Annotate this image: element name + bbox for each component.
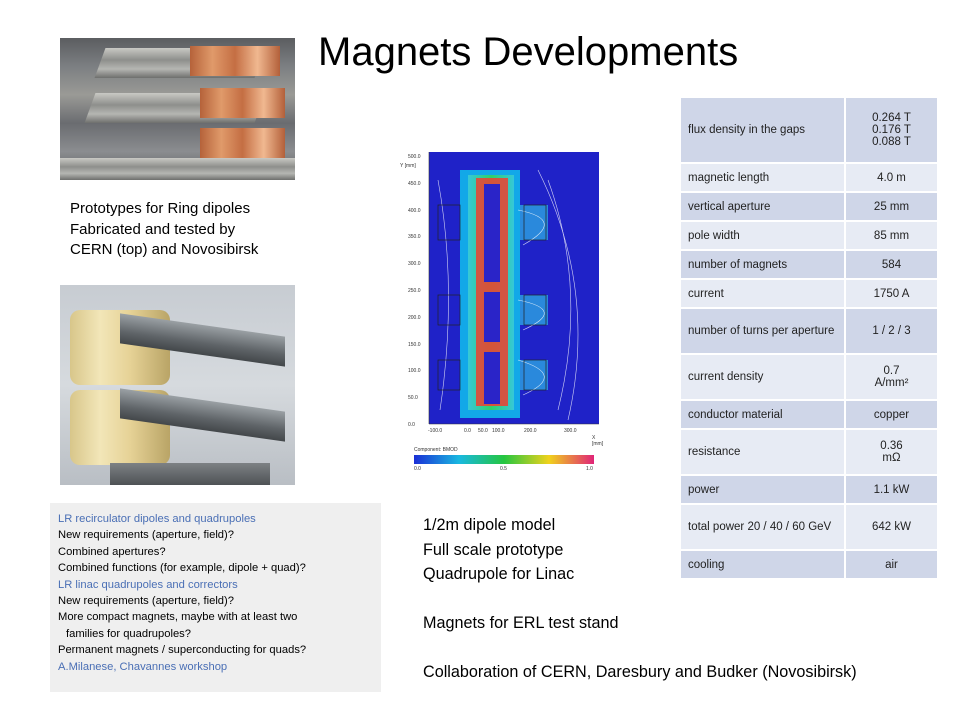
slide-title: Magnets Developments	[318, 30, 739, 74]
table-row: power 1.1 kW	[681, 476, 937, 505]
table-row: number of magnets 584	[681, 251, 937, 280]
scale-tick-label: 0.5	[500, 466, 507, 472]
x-tick-label: 100.0	[492, 428, 505, 434]
parameter-name: cooling	[681, 551, 844, 580]
scale-tick-label: 0.0	[414, 466, 421, 472]
parameter-value: 25 mm	[844, 193, 937, 222]
x-tick-label: 200.0	[524, 428, 537, 434]
parameter-value: 0.36 mΩ	[844, 430, 937, 476]
x-tick-label: -100.0	[428, 428, 443, 434]
parameter-name: power	[681, 476, 844, 505]
scale-tick-label: 1.0	[586, 466, 593, 472]
model-line	[423, 587, 857, 612]
table-row: flux density in the gaps 0.264 T 0.176 T …	[681, 98, 937, 164]
parameter-value: 0.264 T 0.176 T 0.088 T	[844, 98, 937, 164]
table-row: current density 0.7 A/mm²	[681, 355, 937, 401]
parameter-value: 0.7 A/mm²	[844, 355, 937, 401]
parameter-value: air	[844, 551, 937, 580]
y-axis-label: Y [mm]	[400, 163, 416, 169]
novosibirsk-dipole-prototype-photo	[60, 285, 295, 485]
y-tick-label: 200.0	[408, 314, 421, 321]
parameter-name: magnetic length	[681, 164, 844, 193]
y-tick-label: 350.0	[408, 234, 421, 241]
magnet-parameters-table: flux density in the gaps 0.264 T 0.176 T …	[681, 98, 937, 580]
component-label: Component: BMOD	[414, 447, 458, 453]
parameter-name: resistance	[681, 430, 844, 476]
model-line: Collaboration of CERN, Daresbury and Bud…	[423, 663, 857, 681]
parameter-name: current	[681, 280, 844, 309]
note-line: LR linac quadrupoles and correctors	[58, 578, 238, 591]
parameter-name: number of turns per aperture	[681, 309, 844, 355]
color-scale-bar	[414, 455, 594, 464]
table-row: conductor material copper	[681, 401, 937, 430]
parameter-value: 1 / 2 / 3	[844, 309, 937, 355]
note-line: A.Milanese, Chavannes workshop	[58, 660, 228, 673]
y-tick-label: 50.0	[408, 395, 418, 402]
x-tick-label: 0.0	[464, 428, 471, 434]
parameter-name: flux density in the gaps	[681, 98, 844, 164]
model-line: Magnets for ERL test stand	[423, 614, 619, 632]
caption-line: CERN (top) and Novosibirsk	[70, 241, 259, 258]
y-tick-label: 450.0	[408, 180, 421, 187]
table-row: resistance 0.36 mΩ	[681, 430, 937, 476]
x-tick-label: 300.0	[564, 428, 577, 434]
table-row: total power 20 / 40 / 60 GeV 642 kW	[681, 505, 937, 551]
parameter-name: current density	[681, 355, 844, 401]
dipole-field-map: Y [mm] 500.0 450.0 400.0 350.0 300.0 250.0 200.…	[398, 150, 604, 485]
y-tick-label: 500.0	[408, 154, 421, 160]
note-line: More compact magnets, maybe with at leas…	[58, 611, 298, 624]
workshop-notes: LR recirculator dipoles and quadrupoles N…	[50, 503, 381, 692]
x-axis-label: X [mm]	[592, 435, 604, 447]
parameter-value: 1.1 kW	[844, 476, 937, 505]
parameter-name: number of magnets	[681, 251, 844, 280]
parameter-value: copper	[844, 401, 937, 430]
table-row: cooling air	[681, 551, 937, 580]
cern-dipole-prototype-photo	[60, 38, 295, 180]
table-row: number of turns per aperture 1 / 2 / 3	[681, 309, 937, 355]
parameter-name: conductor material	[681, 401, 844, 430]
note-line: Combined functions (for example, dipole …	[58, 562, 306, 575]
parameter-value: 85 mm	[844, 222, 937, 251]
table-row: pole width 85 mm	[681, 222, 937, 251]
y-tick-label: 400.0	[408, 207, 421, 214]
note-line: New requirements (aperture, field)?	[58, 595, 234, 608]
parameter-value: 1750 A	[844, 280, 937, 309]
caption-line: Prototypes for Ring dipoles	[70, 200, 251, 217]
prototype-caption: Prototypes for Ring dipoles Fabricated a…	[70, 199, 258, 261]
note-line: Permanent magnets / superconducting for …	[58, 644, 307, 657]
parameter-name: vertical aperture	[681, 193, 844, 222]
table-row: current 1750 A	[681, 280, 937, 309]
y-tick-label: 300.0	[408, 261, 421, 268]
parameter-value: 584	[844, 251, 937, 280]
table-row: magnetic length 4.0 m	[681, 164, 937, 193]
y-tick-label: 250.0	[408, 288, 421, 294]
y-tick-label: 0.0	[408, 422, 415, 428]
y-tick-label: 150.0	[408, 341, 421, 348]
note-line: Combined apertures?	[58, 545, 166, 558]
y-tick-label: 100.0	[408, 368, 421, 375]
caption-line: Fabricated and tested by	[70, 220, 236, 238]
parameter-name: total power 20 / 40 / 60 GeV	[681, 505, 844, 551]
table-row: vertical aperture 25 mm	[681, 193, 937, 222]
note-line: LR recirculator dipoles and quadrupoles	[58, 513, 256, 525]
x-tick-label: 50.0	[478, 428, 488, 434]
parameter-value: 642 kW	[844, 505, 937, 551]
model-line	[423, 636, 857, 661]
parameter-name: pole width	[681, 222, 844, 251]
note-line: New requirements (aperture, field)?	[58, 529, 234, 542]
parameter-value: 4.0 m	[844, 164, 937, 193]
note-line: families for quadrupoles?	[66, 627, 191, 640]
